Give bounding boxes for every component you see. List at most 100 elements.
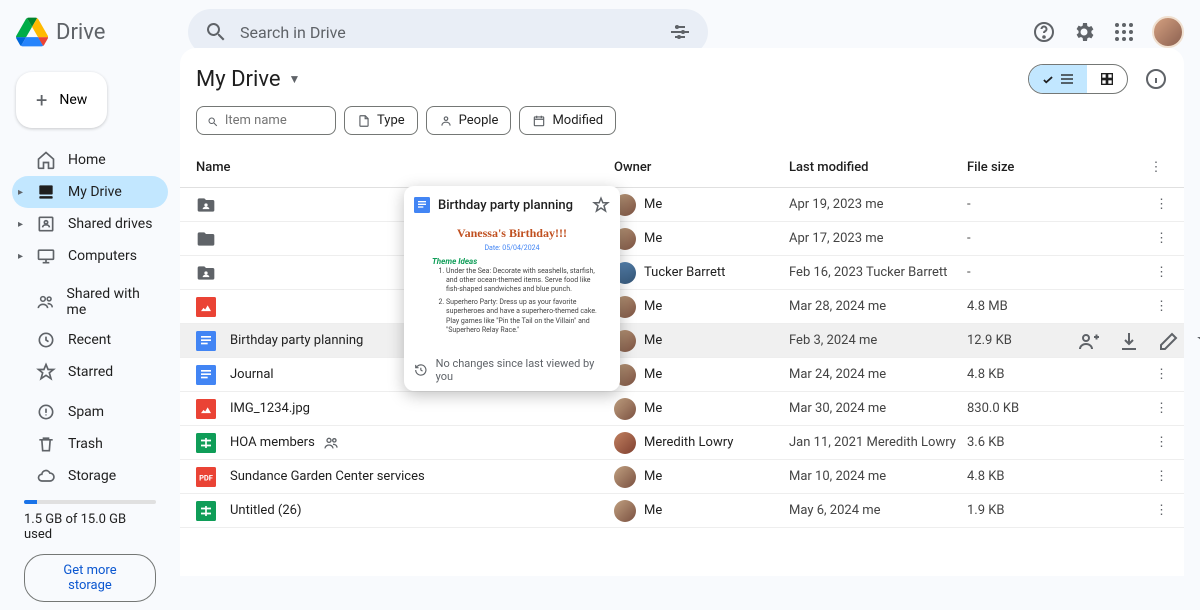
star-outline-icon[interactable] xyxy=(592,196,610,214)
more-icon[interactable]: ⋮ xyxy=(1155,469,1168,484)
file-type-icon xyxy=(196,263,216,283)
table-row[interactable]: Untitled (26)MeMay 6, 2024 me1.9 KB⋮ xyxy=(180,494,1184,528)
settings-gear-icon[interactable] xyxy=(1072,20,1096,44)
sidebar-item-recent[interactable]: Recent xyxy=(12,324,168,356)
list-view-button[interactable] xyxy=(1029,65,1087,93)
caret-right-icon[interactable]: ▸ xyxy=(18,219,23,230)
caret-right-icon[interactable]: ▸ xyxy=(18,187,23,198)
search-icon xyxy=(204,20,228,44)
row-actions: ⋮ xyxy=(1077,401,1168,416)
owner-name: Me xyxy=(644,299,662,314)
app-name: Drive xyxy=(56,20,105,45)
sidebar-item-spam[interactable]: Spam xyxy=(12,396,168,428)
header-more-icon[interactable]: ⋮ xyxy=(1144,155,1168,179)
modified-cell: Apr 19, 2023 me xyxy=(789,197,967,212)
apps-grid-icon[interactable] xyxy=(1112,20,1136,44)
col-modified-header[interactable]: Last modified xyxy=(789,160,967,175)
download-icon[interactable] xyxy=(1117,329,1141,353)
file-type-icon xyxy=(196,433,216,453)
more-icon[interactable]: ⋮ xyxy=(1155,197,1168,212)
drive-logo[interactable]: Drive xyxy=(16,16,180,48)
shared-drives-icon xyxy=(36,214,56,234)
row-actions: ⋮ xyxy=(1077,367,1168,382)
sidebar-label: Spam xyxy=(68,404,104,420)
row-actions: ⋮ xyxy=(1077,265,1168,280)
more-icon[interactable]: ⋮ xyxy=(1155,299,1168,314)
file-name: HOA members xyxy=(230,435,315,450)
col-size-header[interactable]: File size xyxy=(967,160,1077,175)
table-row[interactable]: IMG_1234.jpgMeMar 30, 2024 me830.0 KB⋮ xyxy=(180,392,1184,426)
sidebar-label: Recent xyxy=(68,332,111,348)
more-icon[interactable]: ⋮ xyxy=(1155,503,1168,518)
file-name: Birthday party planning xyxy=(230,333,363,348)
file-type-icon xyxy=(196,229,216,249)
table-row[interactable]: PDFSundance Garden Center servicesMeMar … xyxy=(180,460,1184,494)
row-actions: ⋮ xyxy=(1077,329,1200,353)
grid-view-button[interactable] xyxy=(1087,65,1127,93)
sidebar-item-home[interactable]: Home xyxy=(12,144,168,176)
filter-people[interactable]: People xyxy=(426,106,512,135)
file-type-icon xyxy=(196,501,216,521)
col-name-header[interactable]: Name xyxy=(196,160,614,175)
owner-name: Meredith Lowry xyxy=(644,435,733,450)
more-icon[interactable]: ⋮ xyxy=(1155,265,1168,280)
size-cell: 4.8 KB xyxy=(967,367,1077,382)
sidebar-item-storage[interactable]: Storage xyxy=(12,460,168,492)
owner-avatar xyxy=(614,432,636,454)
computers-icon xyxy=(36,246,56,266)
get-more-storage-button[interactable]: Get more storage xyxy=(24,554,156,602)
filter-type[interactable]: Type xyxy=(344,106,418,135)
more-icon[interactable]: ⋮ xyxy=(1155,367,1168,382)
owner-avatar xyxy=(614,398,636,420)
owner-name: Tucker Barrett xyxy=(644,265,725,280)
person-icon xyxy=(439,114,453,128)
sidebar-item-shared-drives[interactable]: ▸ Shared drives xyxy=(12,208,168,240)
row-actions: ⋮ xyxy=(1077,197,1168,212)
caret-right-icon[interactable]: ▸ xyxy=(18,251,23,262)
col-owner-header[interactable]: Owner xyxy=(614,160,789,175)
table-row[interactable]: MeMar 28, 2024 me4.8 MB⋮ xyxy=(180,290,1184,324)
size-cell: 4.8 MB xyxy=(967,299,1077,314)
edit-icon[interactable] xyxy=(1157,329,1181,353)
main-panel: My Drive ▼ Type xyxy=(180,48,1184,576)
account-avatar[interactable] xyxy=(1152,16,1184,48)
size-cell: 830.0 KB xyxy=(967,401,1077,416)
history-icon xyxy=(414,363,428,377)
sidebar-item-my-drive[interactable]: ▸ My Drive xyxy=(12,176,168,208)
owner-name: Me xyxy=(644,469,662,484)
more-icon[interactable]: ⋮ xyxy=(1155,231,1168,246)
size-cell: - xyxy=(967,197,1077,212)
share-icon[interactable] xyxy=(1077,329,1101,353)
doc-icon xyxy=(414,197,430,213)
table-row[interactable]: Birthday party planningMeFeb 3, 2024 me1… xyxy=(180,324,1184,358)
table-row[interactable]: HOA membersMeredith LowryJan 11, 2021 Me… xyxy=(180,426,1184,460)
sidebar-item-trash[interactable]: Trash xyxy=(12,428,168,460)
table-row[interactable]: MeApr 17, 2023 me-⋮ xyxy=(180,222,1184,256)
filter-item-name[interactable] xyxy=(196,106,336,135)
search-options-icon[interactable] xyxy=(668,20,692,44)
table-row[interactable]: Tucker BarrettFeb 16, 2023 Tucker Barret… xyxy=(180,256,1184,290)
new-label: New xyxy=(59,92,87,108)
filter-modified[interactable]: Modified xyxy=(519,106,616,135)
sidebar-item-starred[interactable]: Starred xyxy=(12,356,168,388)
help-icon[interactable] xyxy=(1032,20,1056,44)
list-icon xyxy=(1059,71,1075,87)
owner-name: Me xyxy=(644,231,662,246)
more-icon[interactable]: ⋮ xyxy=(1155,435,1168,450)
sidebar-item-computers[interactable]: ▸ Computers xyxy=(12,240,168,272)
clock-icon xyxy=(36,330,56,350)
table-row[interactable]: MeApr 19, 2023 me-⋮ xyxy=(180,188,1184,222)
new-button[interactable]: + New xyxy=(16,72,107,128)
filter-name-input[interactable] xyxy=(225,113,325,128)
modified-cell: Apr 17, 2023 me xyxy=(789,231,967,246)
info-icon[interactable] xyxy=(1144,67,1168,91)
file-icon xyxy=(357,114,371,128)
sidebar-item-shared-with-me[interactable]: Shared with me xyxy=(12,280,168,324)
file-type-icon xyxy=(196,331,216,351)
star-icon xyxy=(36,362,56,382)
breadcrumb-my-drive[interactable]: My Drive ▼ xyxy=(196,67,300,92)
table-row[interactable]: JournalMeMar 24, 2024 me4.8 KB⋮ xyxy=(180,358,1184,392)
row-actions: ⋮ xyxy=(1077,503,1168,518)
search-input[interactable] xyxy=(240,23,656,42)
more-icon[interactable]: ⋮ xyxy=(1155,401,1168,416)
